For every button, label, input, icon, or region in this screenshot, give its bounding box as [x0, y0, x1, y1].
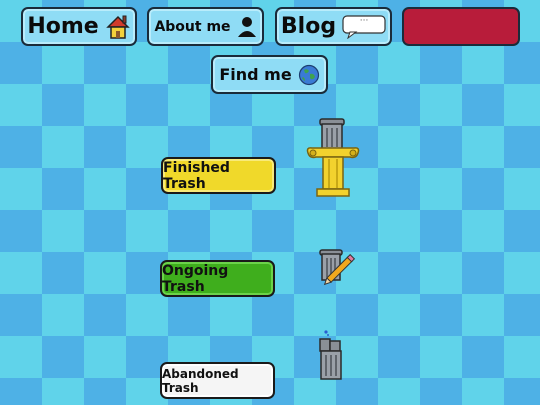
speech-bubble-text: ··· [359, 15, 369, 26]
speech-bubble-icon: ··· [342, 14, 386, 39]
globe-icon [298, 64, 319, 85]
red-nav-button[interactable] [402, 7, 520, 46]
abandoned-trash-label: Abandoned Trash [162, 366, 239, 395]
abandoned-trash-button[interactable]: Abandoned Trash [160, 362, 275, 399]
finished-trash-button[interactable]: Finished Trash [161, 157, 276, 194]
house-icon [105, 15, 130, 39]
person-icon [237, 16, 256, 37]
home-label: Home [27, 14, 99, 39]
home-button[interactable]: Home [21, 7, 137, 46]
find-me-button[interactable]: Find me [211, 55, 328, 94]
blog-label: Blog [280, 14, 337, 39]
about-me-label: About me [154, 18, 231, 35]
leaking-trash-can-icon [319, 330, 342, 380]
ongoing-trash-button[interactable]: Ongoing Trash [160, 260, 275, 297]
finished-trash-label: Finished Trash [163, 159, 230, 192]
ongoing-trash-label: Ongoing Trash [162, 262, 229, 295]
about-me-button[interactable]: About me [147, 7, 264, 46]
find-me-label: Find me [219, 65, 292, 84]
blog-button[interactable]: Blog ··· [275, 7, 392, 46]
trash-can-on-pedestal-icon [306, 118, 360, 197]
trash-can-with-pencil-icon [319, 249, 356, 286]
